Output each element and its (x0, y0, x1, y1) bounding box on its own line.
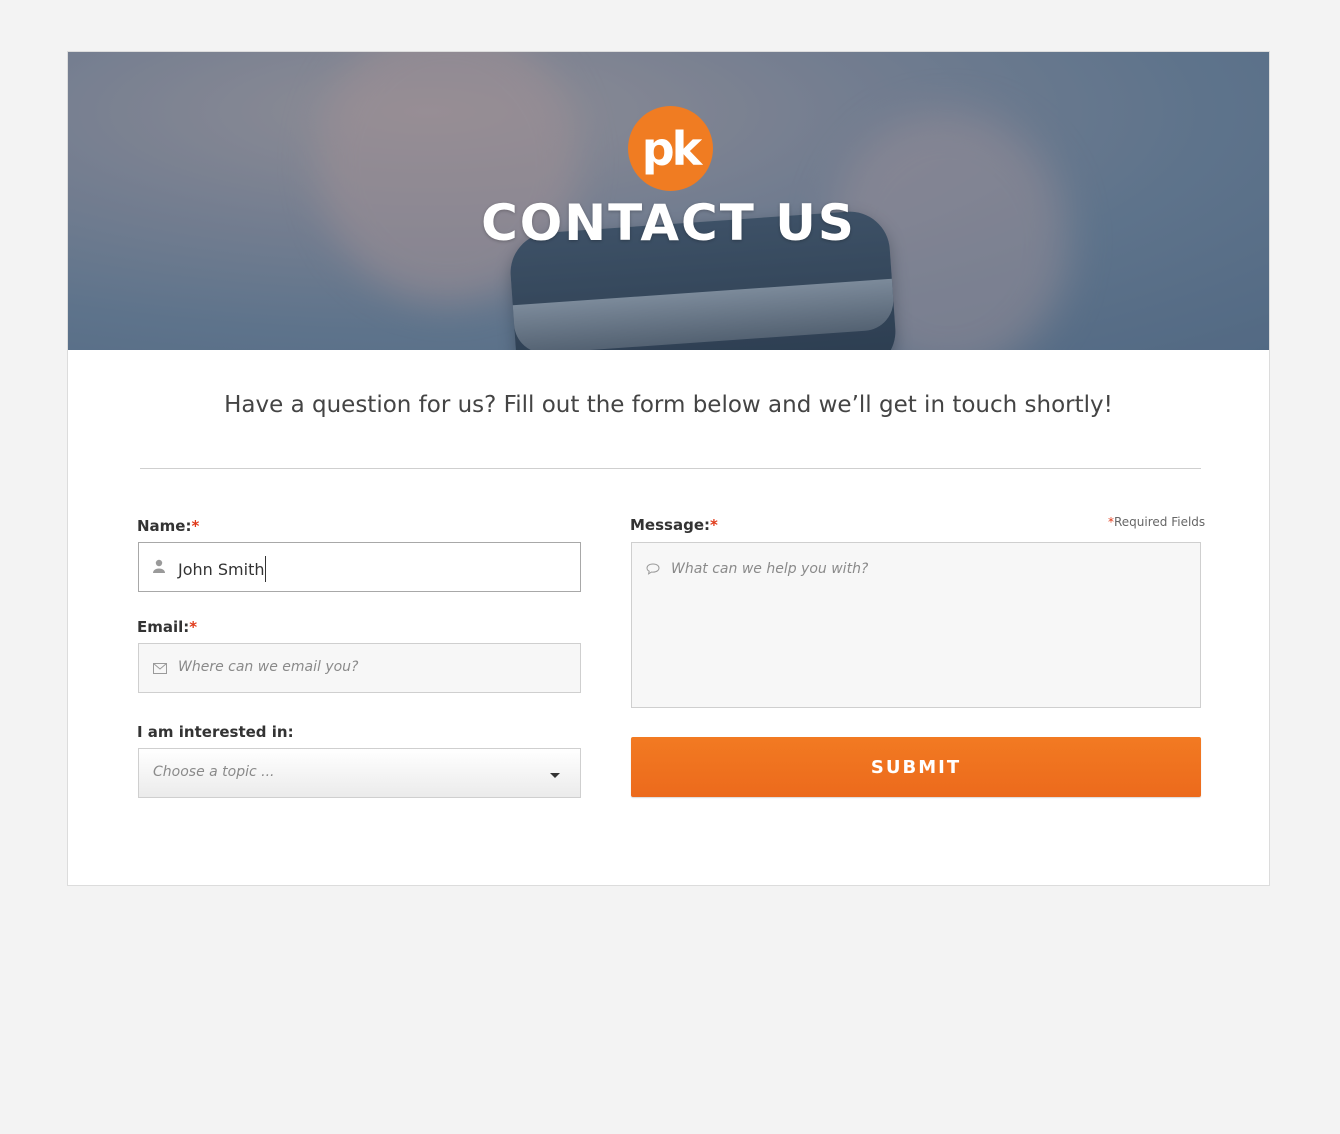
hero-banner: pk CONTACT US (68, 52, 1269, 350)
topic-placeholder: Choose a topic ... (153, 764, 275, 780)
submit-button[interactable]: SUBMIT (631, 737, 1201, 797)
text-cursor (265, 556, 267, 582)
email-label: Email:* (137, 618, 198, 636)
name-field[interactable]: John Smith (138, 542, 581, 592)
required-asterisk: * (191, 517, 200, 535)
page-title: CONTACT US (481, 194, 856, 252)
required-asterisk: * (710, 516, 718, 534)
contact-card: pk CONTACT US Have a question for us? Fi… (67, 51, 1270, 886)
chevron-down-icon (550, 773, 560, 778)
topic-label: I am interested in: (137, 723, 294, 741)
speech-bubble-icon (646, 561, 660, 579)
envelope-icon (153, 660, 167, 678)
topic-select[interactable]: Choose a topic ... (138, 748, 581, 798)
email-field[interactable]: Where can we email you? (138, 643, 581, 693)
message-label: Message:* (630, 516, 718, 534)
message-textarea[interactable]: What can we help you with? (631, 542, 1201, 708)
logo-icon: pk (628, 106, 713, 191)
divider (140, 468, 1201, 469)
intro-text: Have a question for us? Fill out the for… (224, 392, 1113, 418)
email-placeholder: Where can we email you? (178, 659, 359, 675)
user-icon (153, 559, 165, 577)
name-value[interactable]: John Smith (178, 556, 267, 582)
required-asterisk: * (189, 618, 198, 636)
required-fields-note: *Required Fields (1108, 515, 1206, 529)
message-placeholder: What can we help you with? (671, 561, 869, 577)
name-label: Name:* (137, 517, 200, 535)
